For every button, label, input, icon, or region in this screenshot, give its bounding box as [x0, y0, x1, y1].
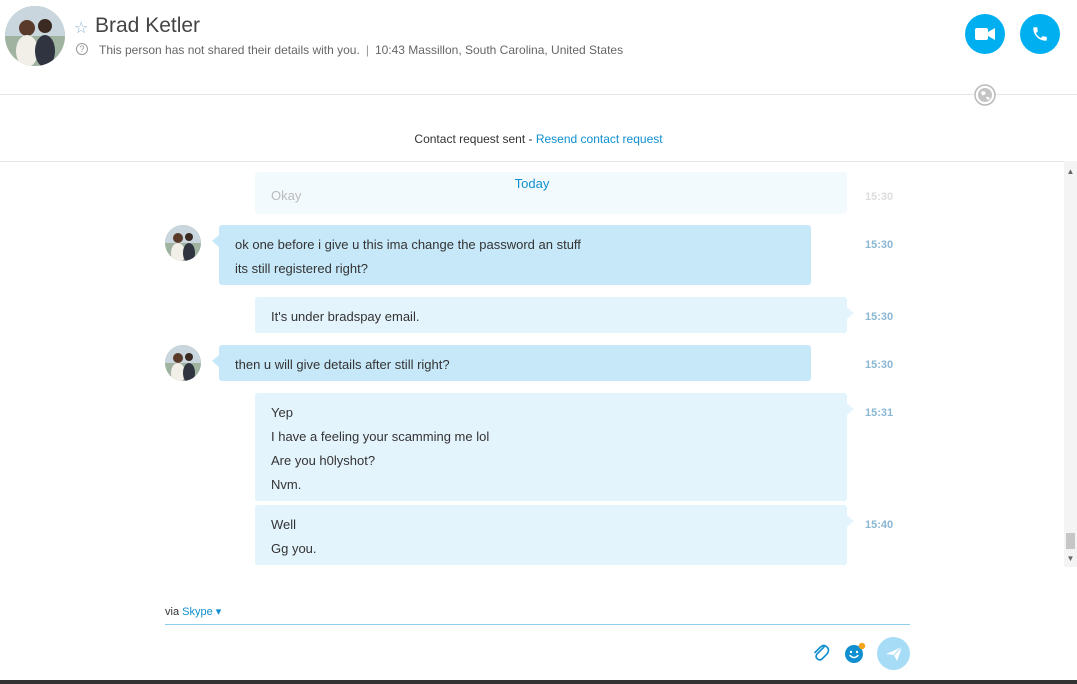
message-time: 15:30	[865, 359, 894, 371]
scroll-up-arrow-icon[interactable]: ▲	[1066, 167, 1075, 176]
message-line: It's under bradspay email.	[271, 309, 420, 324]
message-time: 15:30	[865, 239, 894, 251]
via-service[interactable]: Skype	[182, 606, 213, 618]
message-line: then u will give details after still rig…	[235, 357, 450, 372]
phone-icon	[1033, 27, 1047, 41]
message-time: 15:40	[865, 519, 894, 531]
message-line: Nvm.	[271, 477, 302, 492]
date-divider: Today	[514, 176, 550, 191]
message-bubble[interactable]: ok one before i give u this ima change t…	[212, 225, 811, 285]
scroll-down-arrow-icon[interactable]: ▼	[1066, 554, 1075, 563]
scroll-thumb[interactable]	[1066, 533, 1075, 549]
faded-message-time: 15:30	[865, 191, 894, 203]
contact-subline: This person has not shared their details…	[99, 43, 623, 57]
sender-avatar[interactable]	[165, 345, 201, 381]
video-camera-icon	[975, 28, 995, 40]
contact-request-notice: Contact request sent - Resend contact re…	[0, 132, 1077, 146]
message-time: 15:31	[865, 407, 894, 419]
chat-scrollbar[interactable]: ▲ ▼	[1064, 161, 1077, 567]
video-call-button[interactable]	[965, 14, 1005, 54]
message-line: Are you h0lyshot?	[271, 453, 376, 468]
message-line: ok one before i give u this ima change t…	[235, 237, 581, 252]
message-bubble[interactable]: then u will give details after still rig…	[212, 345, 811, 381]
notice-text: Contact request sent -	[414, 132, 536, 146]
message-time: 15:30	[865, 311, 894, 323]
send-button[interactable]	[877, 637, 910, 670]
message-line: Yep	[271, 405, 293, 420]
message-bubble[interactable]: Well Gg you.	[255, 505, 854, 565]
message-line: I have a feeling your scamming me lol	[271, 429, 490, 444]
local-time-location: 10:43 Massillon, South Carolina, United …	[374, 43, 624, 57]
contact-name: Brad Ketler	[95, 14, 201, 37]
message-line: its still registered right?	[235, 261, 368, 276]
message-history[interactable]: Okay 15:30 Today ok one before i give u …	[0, 161, 1064, 581]
message-bubble[interactable]: Yep I have a feeling your scamming me lo…	[255, 393, 854, 501]
sender-avatar[interactable]	[165, 225, 201, 261]
message-line: Well	[271, 517, 297, 532]
taskbar-edge	[0, 680, 1077, 684]
send-icon	[885, 646, 902, 661]
message-input-underline[interactable]	[165, 624, 910, 625]
resend-request-link[interactable]: Resend contact request	[536, 132, 663, 146]
conversation-header: ☆ Brad Ketler ? This person has not shar…	[0, 0, 1077, 95]
separator: |	[365, 43, 369, 57]
globe-icon[interactable]	[974, 84, 996, 106]
emoticon-icon	[845, 642, 866, 663]
via-label: via	[165, 606, 180, 618]
contact-avatar[interactable]	[5, 6, 65, 66]
message-bubble[interactable]: It's under bradspay email.	[255, 297, 854, 333]
audio-call-button[interactable]	[1020, 14, 1060, 54]
favorite-star-icon[interactable]: ☆	[74, 18, 88, 38]
attach-file-button[interactable]	[810, 640, 832, 666]
question-icon[interactable]: ?	[76, 43, 88, 55]
details-note: This person has not shared their details…	[99, 43, 360, 57]
send-via-selector[interactable]: via Skype ▾	[165, 605, 221, 618]
message-line: Gg you.	[271, 541, 317, 556]
paperclip-icon	[814, 644, 830, 661]
emoticon-button[interactable]	[843, 640, 867, 666]
chevron-down-icon[interactable]: ▾	[216, 606, 222, 618]
